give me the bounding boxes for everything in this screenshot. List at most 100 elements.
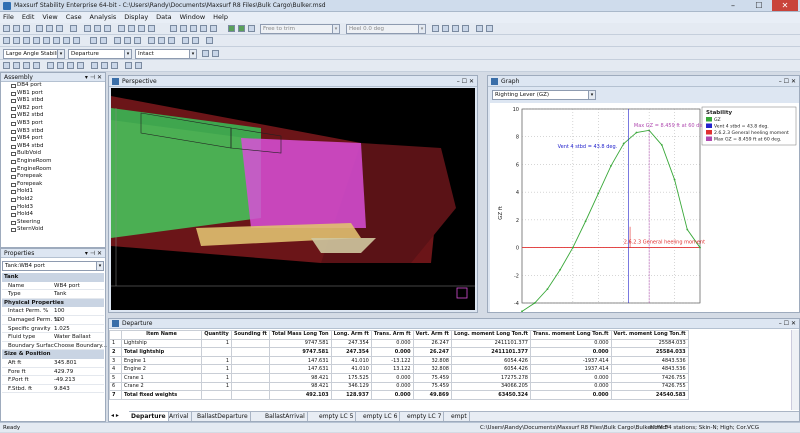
property-section[interactable]: Physical Properties: [2, 298, 104, 308]
hull-icon[interactable]: [23, 62, 30, 69]
tab-loadcase[interactable]: Arrival: [167, 412, 192, 421]
assembly-item[interactable]: WB4 stbd: [1, 143, 105, 151]
table-cell[interactable]: 1: [201, 338, 232, 349]
property-value[interactable]: Tank: [54, 290, 67, 299]
table-cell[interactable]: 1: [201, 381, 232, 392]
grid-icon[interactable]: [190, 25, 197, 32]
column-header[interactable]: Long. moment Long Ton.ft: [450, 330, 531, 340]
table-row[interactable]: 3 Engine 1 1 147.631 41.010 -13.122 32.808 6054…: [109, 355, 689, 366]
table-cell[interactable]: Lightship: [121, 338, 202, 349]
table-cell[interactable]: 17275.278: [450, 372, 531, 383]
table-cell[interactable]: 0.000: [529, 381, 612, 392]
menu-window[interactable]: Window: [177, 12, 209, 23]
maximize-button[interactable]: ☐: [746, 0, 772, 11]
table-cell[interactable]: 7426.755: [610, 381, 689, 392]
strength-icon[interactable]: [63, 37, 70, 44]
assembly-item[interactable]: Forepeak: [1, 173, 105, 181]
assembly-item[interactable]: Hold1: [1, 188, 105, 196]
background-icon[interactable]: [135, 62, 142, 69]
table-cell[interactable]: 3: [109, 355, 122, 366]
column-header[interactable]: Quantity: [201, 330, 232, 340]
table-cell[interactable]: 25584.033: [610, 347, 689, 357]
property-value[interactable]: Choose Boundary...: [54, 342, 107, 351]
help-icon[interactable]: [206, 37, 213, 44]
table-cell[interactable]: 492.103: [268, 390, 332, 400]
gz-chart[interactable]: 10 8 6 4 2 0 -2 -4 GZ ft Vent 4 stbd = 43.8 deg. M…: [490, 103, 799, 312]
column-header[interactable]: Vert. moment Long Ton.ft: [610, 330, 689, 340]
column-header[interactable]: Sounding ft: [231, 330, 270, 340]
table-cell[interactable]: 4843.536: [610, 355, 689, 366]
table-cell[interactable]: 0.000: [529, 390, 612, 400]
upright-icon[interactable]: [3, 37, 10, 44]
home-view-icon[interactable]: [170, 25, 177, 32]
property-value[interactable]: 1.025: [54, 325, 70, 334]
heel-combo[interactable]: Heel 0.0 deg ▾: [346, 24, 426, 34]
limiting-kg-icon[interactable]: [43, 37, 50, 44]
table-cell[interactable]: -13.122: [370, 355, 414, 366]
property-row[interactable]: Fluid type Water Ballast: [2, 333, 104, 342]
assembly-item[interactable]: WB2 port: [1, 105, 105, 113]
window-controls-icon[interactable]: – ☐ ✕: [779, 319, 796, 329]
assembly-item[interactable]: WB3 port: [1, 120, 105, 128]
graph-type-select[interactable]: Righting Lever (GZ) ▾: [492, 90, 596, 100]
table-cell[interactable]: 32.808: [412, 355, 452, 366]
tank-calib-icon[interactable]: [73, 37, 80, 44]
start-analysis-icon[interactable]: [202, 50, 209, 57]
tab-loadcase[interactable]: empt: [449, 412, 470, 421]
table-cell[interactable]: Total lightship: [121, 347, 202, 357]
table-cell[interactable]: Crane 1: [121, 372, 202, 383]
menu-analysis[interactable]: Analysis: [87, 12, 120, 23]
table-cell[interactable]: 1: [201, 355, 232, 366]
table-cell[interactable]: 0.000: [370, 338, 414, 349]
property-section[interactable]: Tank: [2, 273, 104, 282]
table-cell[interactable]: 75.459: [412, 372, 452, 383]
property-row[interactable]: Fore ft 429.79: [2, 368, 104, 377]
window-controls-icon[interactable]: – ☐ ✕: [457, 76, 474, 87]
assembly-item[interactable]: Hold4: [1, 211, 105, 219]
table-cell[interactable]: 4843.536: [610, 364, 689, 374]
density-icon[interactable]: [124, 37, 131, 44]
property-row[interactable]: Specific gravity 1.025: [2, 325, 104, 334]
table-cell[interactable]: 247.354: [330, 338, 372, 349]
profile-view-icon[interactable]: [47, 62, 54, 69]
layer-icon[interactable]: [182, 37, 189, 44]
property-value[interactable]: 429.79: [54, 368, 73, 377]
condition-select[interactable]: Intact ▾: [135, 49, 197, 59]
table-cell[interactable]: [231, 372, 270, 383]
analysis-icon[interactable]: [248, 25, 255, 32]
property-row[interactable]: Name WB4 port: [2, 282, 104, 291]
pin-icon[interactable]: ▾ ⊣ ✕: [85, 73, 102, 82]
new-icon[interactable]: [3, 25, 10, 32]
column-header[interactable]: Trans. moment Long Ton.ft: [529, 330, 612, 340]
table-cell[interactable]: 0.000: [529, 372, 612, 383]
table-cell[interactable]: Total fixed weights: [121, 390, 202, 400]
table-cell[interactable]: 1: [109, 338, 122, 349]
plan-view-icon[interactable]: [57, 62, 64, 69]
sections-icon[interactable]: [13, 62, 20, 69]
tanks-view-icon[interactable]: [33, 62, 40, 69]
assembly-item[interactable]: Hold3: [1, 204, 105, 212]
criteria-icon[interactable]: [432, 25, 439, 32]
table-cell[interactable]: 2: [109, 347, 122, 357]
tab-loadcase[interactable]: empty LC 5: [317, 412, 357, 421]
property-row[interactable]: Aft ft 345.801: [2, 359, 104, 368]
table-cell[interactable]: 128.937: [330, 390, 372, 400]
property-row[interactable]: Damaged Perm. % 100: [2, 316, 104, 325]
property-value[interactable]: 345.801: [54, 359, 77, 368]
tab-scroll-icon[interactable]: ◂ ▸: [111, 412, 127, 420]
table-cell[interactable]: [231, 364, 270, 374]
assembly-item[interactable]: WB1 port: [1, 90, 105, 98]
menu-edit[interactable]: Edit: [19, 12, 38, 23]
window-controls-icon[interactable]: – ☐ ✕: [779, 76, 796, 87]
tab-loadcase[interactable]: empty LC 7: [405, 412, 445, 421]
trim-combo[interactable]: Free to trim ▾: [260, 24, 340, 34]
table-cell[interactable]: 13.122: [370, 364, 414, 374]
tab-loadcase[interactable]: empty LC 6: [361, 412, 401, 421]
table-cell[interactable]: 75.459: [412, 381, 452, 392]
run-all-icon[interactable]: [238, 25, 245, 32]
minimize-button[interactable]: –: [720, 0, 746, 11]
table-cell[interactable]: 147.631: [268, 355, 332, 366]
table-cell[interactable]: 5: [109, 372, 122, 383]
table-cell[interactable]: 25584.033: [610, 338, 689, 349]
floodable-icon[interactable]: [53, 37, 60, 44]
